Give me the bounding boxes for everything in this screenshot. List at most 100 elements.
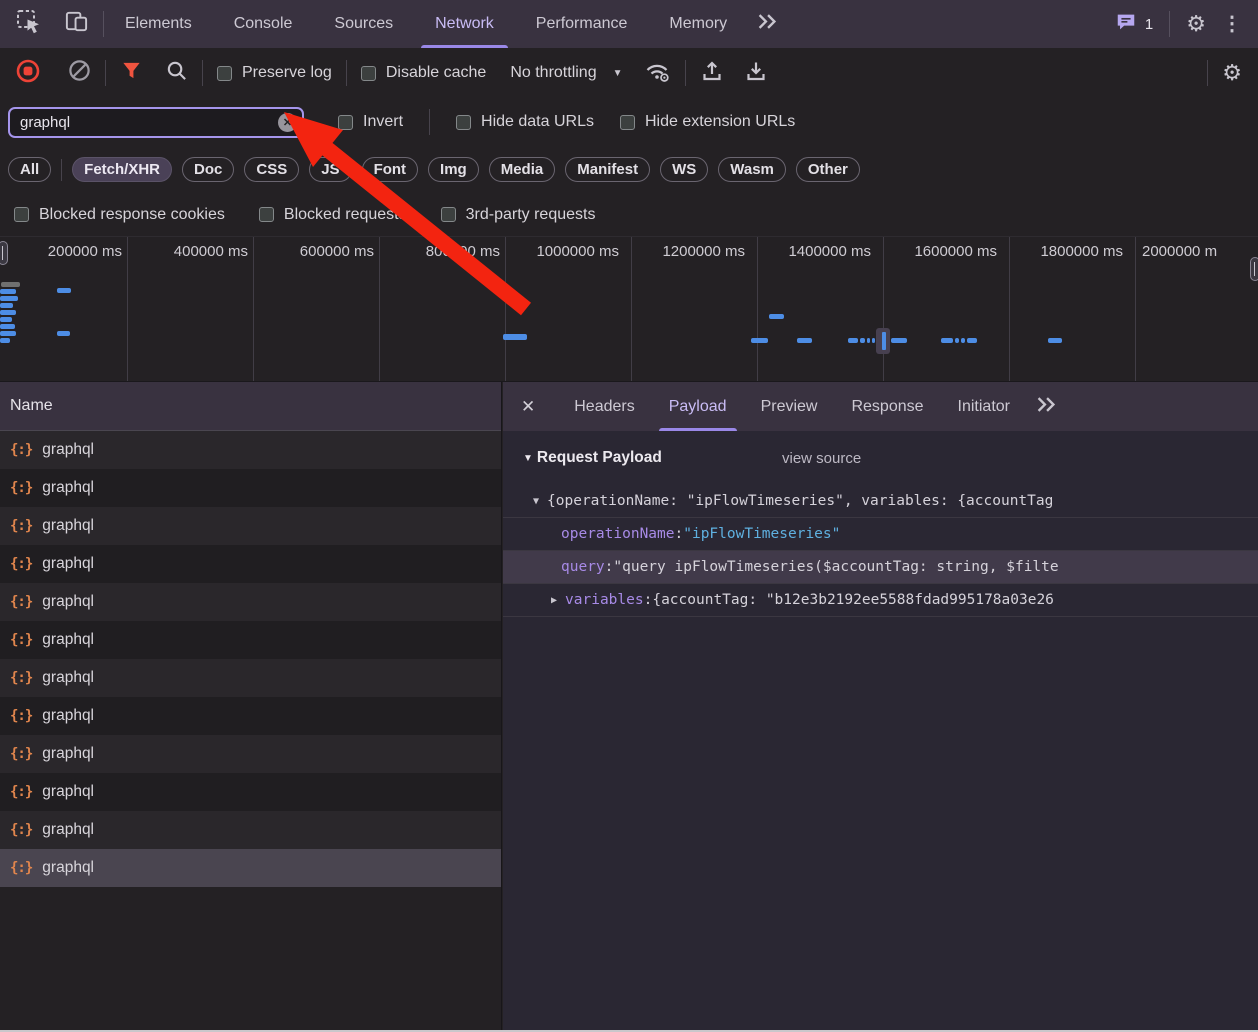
network-settings-gear-icon[interactable]: ⚙ [1222,62,1242,84]
tab-headers[interactable]: Headers [557,382,651,431]
overview-left-handle[interactable] [0,241,8,265]
tab-performance[interactable]: Performance [515,0,649,48]
checkbox-box[interactable] [456,115,471,130]
checkbox-box[interactable] [441,207,456,222]
third-party-checkbox[interactable]: 3rd-party requests [441,206,596,224]
tab-sources[interactable]: Sources [313,0,414,48]
tab-console[interactable]: Console [213,0,314,48]
tab-network[interactable]: Network [414,0,515,48]
more-tabs-icon[interactable] [756,13,778,35]
inspect-element-icon[interactable] [16,9,42,40]
payload-key: operationName [561,526,675,542]
collapse-triangle-icon[interactable]: ▼ [533,496,539,507]
payload-separator: : [644,592,653,608]
clear-filter-icon[interactable]: ✕ [278,113,297,132]
third-party-label: 3rd-party requests [466,206,596,224]
blocked-cookies-checkbox[interactable]: Blocked response cookies [14,206,225,224]
json-request-icon: {:} [10,480,32,496]
waterfall-bar [872,338,875,343]
clear-button[interactable] [68,59,91,87]
checkbox-box[interactable] [259,207,274,222]
request-row[interactable]: {:}graphql [0,659,501,697]
hide-extension-urls-checkbox[interactable]: Hide extension URLs [620,113,795,131]
chip-media[interactable]: Media [489,157,556,182]
blocked-requests-label: Blocked requests [284,206,407,224]
request-row[interactable]: {:}graphql [0,469,501,507]
devtools-window: Elements Console Sources Network Perform… [0,0,1258,1032]
request-row[interactable]: {:}graphql [0,811,501,849]
name-column-header[interactable]: Name [0,382,501,431]
checkbox-box[interactable] [361,66,376,81]
import-har-icon[interactable] [700,59,724,88]
issues-icon[interactable] [1115,11,1137,38]
tab-memory[interactable]: Memory [648,0,748,48]
network-overview-timeline[interactable]: 200000 ms 400000 ms 600000 ms 800000 ms … [0,236,1258,381]
payload-root-row[interactable]: ▼ {operationName: "ipFlowTimeseries", va… [503,485,1258,518]
preserve-log-checkbox[interactable]: Preserve log [217,64,332,82]
json-request-icon: {:} [10,708,32,724]
tab-response[interactable]: Response [834,382,940,431]
blocked-requests-checkbox[interactable]: Blocked requests [259,206,407,224]
name-column-label: Name [10,397,53,415]
record-button[interactable] [16,59,40,88]
issues-count[interactable]: 1 [1145,16,1153,33]
request-row[interactable]: {:}graphql [0,735,501,773]
chip-fetch-xhr[interactable]: Fetch/XHR [72,157,172,182]
payload-kv-row[interactable]: operationName: "ipFlowTimeseries" [503,518,1258,551]
chip-font[interactable]: Font [362,157,418,182]
waterfall-bar [1048,338,1062,343]
payload-kv-row[interactable]: ▶ variables: {accountTag: "b12e3b2192ee5… [503,584,1258,617]
search-icon[interactable] [165,59,188,87]
tab-initiator[interactable]: Initiator [941,382,1027,431]
disable-cache-checkbox[interactable]: Disable cache [361,64,487,82]
waterfall-bar [0,296,18,301]
request-row[interactable]: {:}graphql [0,621,501,659]
more-tabs-icon[interactable] [1035,396,1057,418]
device-toolbar-icon[interactable] [64,9,89,39]
checkbox-box[interactable] [620,115,635,130]
tab-payload[interactable]: Payload [652,382,744,431]
waterfall-selected-tick [882,332,886,350]
invert-checkbox[interactable]: Invert [338,113,403,131]
close-icon[interactable]: ✕ [521,397,535,417]
hide-data-urls-checkbox[interactable]: Hide data URLs [456,113,594,131]
request-row[interactable]: {:}graphql [0,507,501,545]
settings-gear-icon[interactable]: ⚙ [1186,13,1206,35]
waterfall-bar [860,338,865,343]
payload-view: ▼ Request Payload view source ▼ {operati… [503,431,1258,617]
filter-input[interactable] [8,107,304,138]
chip-ws[interactable]: WS [660,157,708,182]
chip-js[interactable]: JS [309,157,351,182]
kebab-menu-icon[interactable]: ⋮ [1222,14,1242,34]
view-source-link[interactable]: view source [782,450,861,467]
checkbox-box[interactable] [217,66,232,81]
payload-kv-row[interactable]: query: "query ipFlowTimeseries($accountT… [503,551,1258,584]
chip-manifest[interactable]: Manifest [565,157,650,182]
checkbox-box[interactable] [338,115,353,130]
chip-css[interactable]: CSS [244,157,299,182]
request-row[interactable]: {:}graphql [0,773,501,811]
checkbox-box[interactable] [14,207,29,222]
network-conditions-icon[interactable] [643,59,671,88]
tab-preview[interactable]: Preview [744,382,835,431]
collapse-triangle-icon[interactable]: ▼ [523,453,533,464]
request-row[interactable]: {:}graphql [0,583,501,621]
chip-img[interactable]: Img [428,157,479,182]
request-row[interactable]: {:}graphql [0,431,501,469]
filter-funnel-icon[interactable] [120,59,143,87]
chip-doc[interactable]: Doc [182,157,234,182]
throttling-dropdown[interactable]: No throttling ▼ [510,64,622,82]
overview-right-handle[interactable] [1250,257,1258,281]
request-row[interactable]: {:}graphql [0,697,501,735]
payload-section-header[interactable]: ▼ Request Payload view source [503,431,1258,485]
chip-all[interactable]: All [8,157,51,182]
chip-wasm[interactable]: Wasm [718,157,786,182]
request-type-filters: All Fetch/XHR Doc CSS JS Font Img Media … [0,146,1258,193]
tab-elements[interactable]: Elements [104,0,213,48]
expand-triangle-icon[interactable]: ▶ [551,595,557,606]
export-har-icon[interactable] [744,59,768,88]
chip-other[interactable]: Other [796,157,860,182]
request-name: graphql [42,441,94,459]
request-row[interactable]: {:}graphql [0,545,501,583]
request-row[interactable]: {:}graphql [0,849,501,887]
